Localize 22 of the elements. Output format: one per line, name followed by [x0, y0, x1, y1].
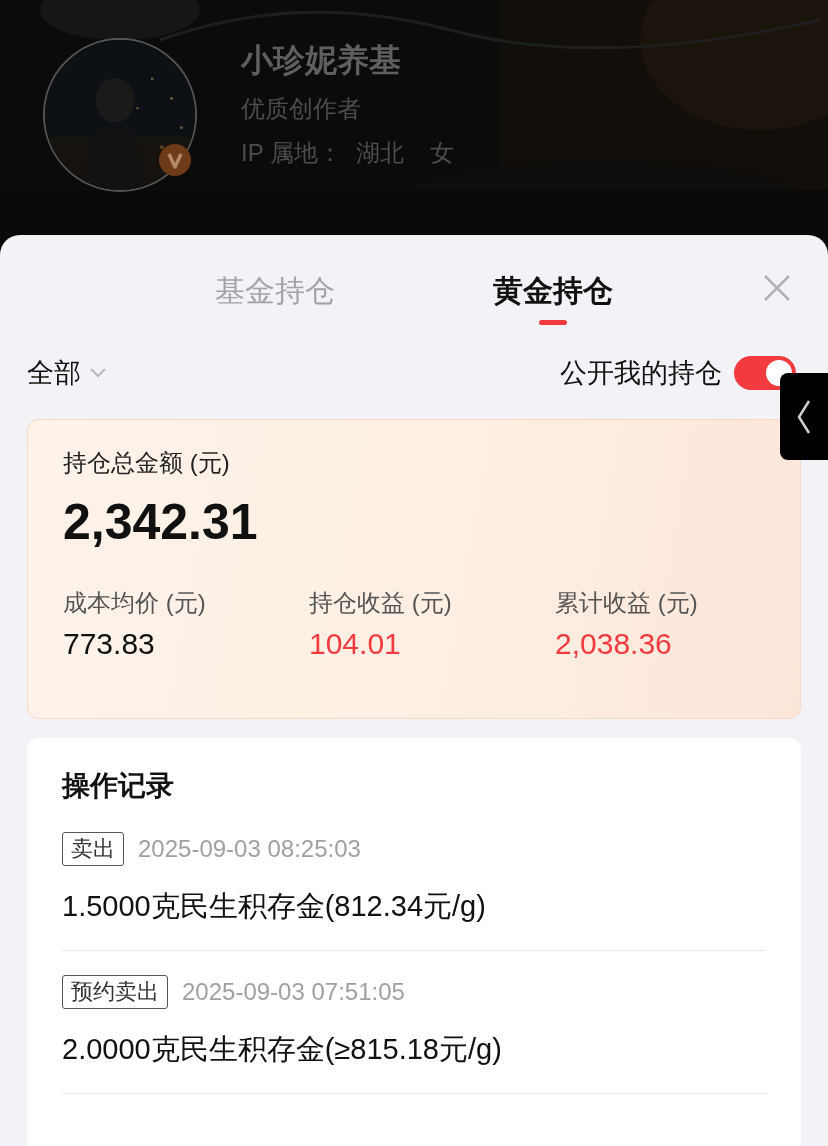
side-handle[interactable] [780, 373, 828, 460]
total-amount: 2,342.31 [63, 493, 259, 552]
record-type-tag: 卖出 [62, 832, 124, 866]
stat-value: 773.83 [63, 626, 156, 662]
toggle-label: 公开我的持仓 [560, 357, 722, 390]
record-time: 2025-09-03 07:51:05 [182, 978, 405, 1006]
records-title: 操作记录 [62, 769, 175, 803]
filter-dropdown[interactable]: 全部 [27, 355, 107, 391]
stat-label: 成本均价 (元) [63, 588, 207, 618]
record-detail: 1.5000克民生积存金(812.34元/g) [62, 889, 487, 924]
tab-indicator [539, 320, 567, 325]
stat-label: 持仓收益 (元) [309, 588, 453, 618]
chevron-left-icon [796, 398, 812, 435]
chevron-down-icon [89, 367, 107, 379]
tab[interactable]: 黄金持仓 [414, 269, 692, 313]
record-detail: 2.0000克民生积存金(≥815.18元/g) [62, 1032, 503, 1067]
stat-value: 104.01 [309, 626, 402, 662]
stat-value: 2,038.36 [555, 626, 673, 662]
stat-label: 累计收益 (元) [555, 588, 699, 618]
record-type-tag: 预约卖出 [62, 975, 168, 1009]
total-amount-label: 持仓总金额 (元) [63, 448, 231, 478]
record-time: 2025-09-03 08:25:03 [138, 835, 361, 863]
